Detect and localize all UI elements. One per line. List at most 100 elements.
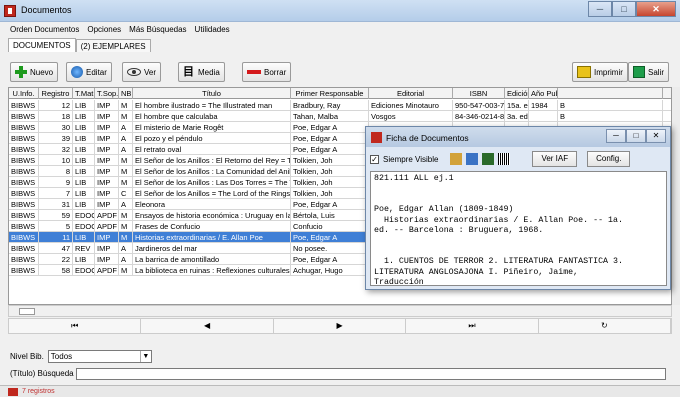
column-header[interactable]: T.Mat. [73,88,95,99]
nivel-label: Nivel Bib. [10,351,44,361]
column-header[interactable]: Registro [39,88,73,99]
close-button[interactable]: ✕ [636,1,676,17]
menu-mas-busquedas[interactable]: Más Búsquedas [129,25,186,34]
table-cell: BIBWS [9,177,39,188]
table-cell: IMP [95,122,119,133]
column-header[interactable] [558,88,663,99]
menu-opciones[interactable]: Opciones [87,25,121,34]
table-cell: El Señor de los Anillos = The Lord of th… [135,188,291,199]
window-title: Documentos [21,5,72,15]
nuevo-button[interactable]: Nuevo [10,62,59,82]
table-cell: EDOC [75,221,95,232]
tab-ejemplares[interactable]: (2) EJEMPLARES [75,39,151,52]
table-cell: 9 [39,177,73,188]
salir-button[interactable]: Salir [628,62,670,82]
nivel-filter: Nivel Bib. Todos ▼ [10,349,152,363]
horizontal-scrollbar[interactable] [8,305,672,317]
minimize-button[interactable]: ─ [588,1,612,17]
toolbar: Nuevo Editar Ver 目 Media Borrar Imprimir … [8,60,672,86]
table-cell: BIBWS [9,199,39,210]
table-cell: El Señor de los Anillos : El Retorno del… [133,155,291,166]
column-header[interactable]: NB. [119,88,133,99]
prev-record-button[interactable]: ◀ [141,319,274,333]
table-cell: IMP [95,166,119,177]
minus-icon [247,70,261,74]
menu-utilidades[interactable]: Utilidades [195,25,230,34]
table-cell: C [119,188,133,199]
ficha-close-button[interactable]: ✕ [646,129,666,143]
table-cell: Eleonora [133,199,291,210]
tags-icon[interactable] [466,153,479,165]
ficha-minimize-button[interactable]: ─ [606,129,626,143]
table-cell: REV [73,243,95,254]
last-record-button[interactable]: ⏭ [406,319,539,333]
column-header[interactable]: Año Pub. [529,88,558,99]
column-header[interactable]: T.Sop. [95,88,119,99]
table-cell: 84-346-0214-8 [455,111,505,122]
scrollbar-thumb[interactable] [19,308,35,315]
table-cell: IMP [95,232,119,243]
ficha-toolbar: ✓ Siempre Visible Ver IAF Config. [370,150,667,168]
table-cell: BIBWS [9,188,39,199]
barcode-icon[interactable] [498,153,511,165]
column-header[interactable]: Edición [505,88,529,99]
table-cell: Tahan, Malba [291,111,369,122]
table-cell: 12 [39,100,73,111]
record-navigator: ⏮ ◀ ▶ ⏭ ↻ [8,318,672,334]
table-cell: 3a. ed. [507,111,529,122]
imprimir-button[interactable]: Imprimir [572,62,628,82]
table-cell: Achugar, Hugo [291,265,369,276]
table-cell: LIB [73,100,95,111]
ver-button[interactable]: Ver [122,62,162,82]
next-record-button[interactable]: ▶ [274,319,407,333]
table-cell: Poe, Edgar A [291,199,369,210]
tab-documentos[interactable]: DOCUMENTOS [8,38,76,52]
table-cell [529,111,558,122]
table-cell: 30 [39,122,73,133]
search-input[interactable] [75,367,666,380]
vertical-scrollbar[interactable] [672,87,680,305]
table-cell: Poe, Edgar A [291,232,369,243]
column-header[interactable]: Editorial [369,88,453,99]
table-cell: Ensayos de historia económica : Uruguay … [135,210,291,221]
table-cell: 32 [39,144,73,155]
column-header[interactable]: U.Info. [9,88,39,99]
table-cell: BIBWS [9,166,39,177]
editar-button[interactable]: Editar [66,62,112,82]
table-cell: BIBWS [9,254,39,265]
table-cell: BIBWS [9,111,39,122]
table-cell: BIBWS [9,144,39,155]
search-filter: (Título) Búsqueda [10,367,672,380]
refresh-button[interactable]: ↻ [539,319,672,333]
table-cell: M [119,177,133,188]
column-header[interactable]: ISBN [453,88,505,99]
ficha-maximize-button[interactable]: □ [626,129,646,143]
table-cell: 31 [39,199,73,210]
first-record-button[interactable]: ⏮ [9,319,142,333]
config-button[interactable]: Config. [587,151,631,167]
table-cell: LIB [73,122,95,133]
column-header[interactable]: Primer Responsable [291,88,369,99]
nivel-select[interactable]: Todos ▼ [47,349,152,363]
maximize-button[interactable]: □ [612,1,636,17]
borrar-button[interactable]: Borrar [242,62,292,82]
ver-iaf-button[interactable]: Ver IAF [532,151,578,167]
table-cell: El retrato oval [133,144,291,155]
table-cell: LIB [73,199,95,210]
table-cell: Bértola, Luis [291,210,369,221]
table-cell: APDF [97,265,119,276]
table-row[interactable]: BIBWS 12 LIB IMP M El hombre ilustrado = The … [9,100,671,111]
table-cell: LIB [73,133,95,144]
media-button[interactable]: 目 Media [178,62,225,82]
ficha-body: 821.111 ALL ej.1 Poe, Edgar Allan (1809-… [370,171,667,286]
siempre-visible-checkbox[interactable]: ✓ [370,154,379,164]
format-icon[interactable] [450,153,463,165]
status-bar: 7 registros [0,385,680,397]
column-header[interactable]: Título [133,88,291,99]
table-row[interactable]: BIBWS 18 LIB IMP M El hombre que calculaba Tah… [9,111,671,122]
menu-orden-documentos[interactable]: Orden Documentos [10,25,79,34]
export-icon[interactable] [482,153,495,165]
table-cell: 950-547-003-7 [455,100,505,111]
ficha-title: Ficha de Documentos [386,133,469,143]
table-cell: Poe, Edgar A [291,122,369,133]
